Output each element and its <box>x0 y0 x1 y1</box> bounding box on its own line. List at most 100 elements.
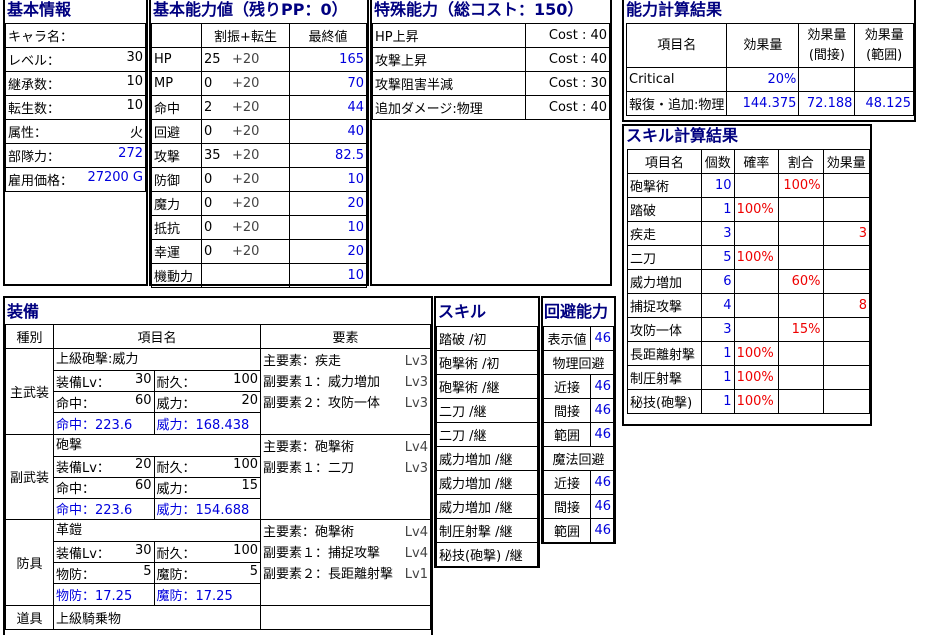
stats-header-blank <box>151 23 202 48</box>
skill-row: 二刀 /継 <box>436 422 538 447</box>
equipment-stats-row: 装備Lv： 20 耐久： 100 <box>54 455 260 477</box>
equipment-stats-row: 命中： 60 威力： 15 <box>54 476 260 498</box>
stat-final: 10 <box>289 263 367 288</box>
equipment-stat-cell: 魔防： 5 <box>153 562 260 584</box>
basic-info-line: 部隊力： 272 <box>8 146 143 165</box>
basic-info-table: キャラ名： レベル： 30 継承数： 10 転生数： 10 属性： 火部隊力： 272 雇用価格： 2… <box>5 23 146 192</box>
evasion-value: 46 <box>589 374 615 399</box>
equipment-name[interactable]: 砲撃 <box>54 435 260 456</box>
equipment-stat-label: 耐久： <box>156 375 196 391</box>
equipment-stat-cell: 装備Lv： 30 <box>54 370 154 392</box>
stat-alloc-cell: 0 +20 <box>201 119 290 144</box>
evasion-row: 表示値 46 <box>543 326 615 351</box>
equipment-element-label: 副要素２：長距離射撃 <box>263 567 394 582</box>
skill-item[interactable]: 踏破 /初 <box>436 326 538 351</box>
stat-bonus: +20 <box>232 220 260 235</box>
skill-calc-effect <box>822 317 871 342</box>
equipment-type: 副武装 <box>5 433 54 520</box>
stat-alloc-cell: 2 +20 <box>201 95 290 120</box>
skill-calc-ratio <box>778 293 824 318</box>
equipment-panel: 装備 種別 項目名 要素 主武装 上級砲撃:威力 装備Lv： 30 耐久： 100 命中： 6… <box>3 296 433 635</box>
special-title: 特殊能力（総コスト：150） <box>374 0 584 19</box>
stat-bonus: +20 <box>232 124 260 139</box>
stat-alloc[interactable]: 0 <box>204 220 232 235</box>
stat-alloc[interactable]: 0 <box>204 172 232 187</box>
equipment-element: 副要素２：長距離射撃 Lv1 <box>263 564 428 585</box>
calc-title: 能力計算結果 <box>626 0 723 19</box>
skill-item[interactable]: 威力増加 /継 <box>436 446 538 471</box>
equipment-elements-cell <box>260 604 431 630</box>
skill-item[interactable]: 威力増加 /継 <box>436 470 538 495</box>
stat-alloc[interactable]: 0 <box>204 76 232 91</box>
skill-item[interactable]: 二刀 /継 <box>436 398 538 423</box>
special-row[interactable]: 攻撃上昇 Cost : 40 <box>372 47 610 72</box>
skill-calc-row: 攻防一体 3 15% <box>627 317 871 342</box>
stat-alloc-cell <box>201 263 290 288</box>
skill-calc-row: 疾走 3 3 <box>627 221 871 246</box>
equipment-stats-row: 物防： 5 魔防： 5 <box>54 562 260 584</box>
skill-calc-count: 3 <box>700 221 735 246</box>
skill-item[interactable]: 秘技(砲撃) /継 <box>436 542 538 567</box>
skills-table: 踏破 /初 砲撃術 /初 砲撃術 /継 二刀 /継 二刀 /継 威力増加 /継 威力増加 /… <box>436 326 538 567</box>
skill-calc-name: 捕捉攻撃 <box>627 293 702 318</box>
calc-row: 報復・追加:物理 144.375 72.188 48.125 <box>625 91 914 116</box>
equipment-stat-line: 威力： 15 <box>157 478 259 497</box>
skills-title: スキル <box>438 302 487 321</box>
equipment-name[interactable]: 革鎧 <box>54 520 260 541</box>
equipment-computed-stat: 魔防：17.25 <box>153 583 260 605</box>
evasion-title: 回避能力 <box>544 302 609 321</box>
equip-header-elements: 要素 <box>260 324 431 349</box>
equipment-stat-line: 耐久： 100 <box>157 457 259 476</box>
skill-item[interactable]: 二刀 /継 <box>436 422 538 447</box>
equipment-element-label: 主要素：疾走 <box>263 354 342 369</box>
skill-item[interactable]: 威力増加 /継 <box>436 494 538 519</box>
basic-info-panel: 基本情報 キャラ名： レベル： 30 継承数： 10 転生数： 10 属性： 火部隊力： 272 雇… <box>3 0 148 286</box>
stat-final: 10 <box>289 215 367 240</box>
skill-calc-effect <box>822 341 871 366</box>
special-name: 攻撃上昇 <box>372 47 526 72</box>
stats-header-final: 最終値 <box>289 23 367 48</box>
equipment-stats-row: 装備Lv： 30 耐久： 100 <box>54 541 260 563</box>
special-row[interactable]: 追加ダメージ:物理 Cost : 40 <box>372 95 610 120</box>
equipment-element-label: 副要素１：二刀 <box>263 460 355 476</box>
stat-alloc[interactable]: 0 <box>204 124 232 139</box>
calc-value: 20% <box>726 67 800 92</box>
equipment-element-level: Lv4 <box>404 546 428 561</box>
skill-row: 二刀 /継 <box>436 398 538 423</box>
skill-calc-rate <box>733 293 780 318</box>
equipment-name[interactable]: 上級騎乗物 <box>53 604 261 630</box>
stat-bonus: +20 <box>232 76 260 91</box>
skill-calc-count: 1 <box>700 365 735 390</box>
skill-item[interactable]: 制圧射撃 /継 <box>436 518 538 543</box>
basic-info-row: キャラ名： <box>5 23 146 48</box>
skill-item[interactable]: 砲撃術 /初 <box>436 350 538 375</box>
stat-alloc[interactable]: 2 <box>204 100 232 115</box>
stats-title: 基本能力値（残りPP：0） <box>153 0 348 19</box>
equipment-stat-cell: 威力： 15 <box>153 476 260 498</box>
equipment-stat-line: 命中： 60 <box>56 393 152 412</box>
equipment-name[interactable]: 上級砲撃:威力 <box>54 349 260 370</box>
skill-calc-ratio: 60% <box>778 269 824 294</box>
equipment-detail-cell: 上級砲撃:威力 装備Lv： 30 耐久： 100 命中： 60 威力： 20 命中：223.6 威力… <box>53 348 261 435</box>
special-row[interactable]: 攻撃阻害半減 Cost : 30 <box>372 71 610 96</box>
stat-alloc[interactable]: 25 <box>204 52 232 67</box>
skill-item[interactable]: 砲撃術 /継 <box>436 374 538 399</box>
stat-bonus: +20 <box>232 196 260 211</box>
stat-alloc[interactable]: 35 <box>204 148 232 163</box>
basic-info-label: 部隊力： <box>8 150 61 165</box>
skill-calc-count: 1 <box>700 341 735 366</box>
skill-calc-rate: 100% <box>733 197 780 222</box>
equipment-stat-label: 装備Lv： <box>56 461 110 476</box>
skill-calc-row: 制圧射撃 1 100% <box>627 365 871 390</box>
special-cost: Cost : 30 <box>525 71 610 96</box>
stat-alloc[interactable]: 0 <box>204 196 232 211</box>
equipment-stats-grid: 装備Lv： 30 耐久： 100 命中： 60 威力： 20 命中：223.6 威力：168.43… <box>54 370 260 434</box>
stat-name: 命中 <box>151 95 202 120</box>
equipment-stat-line: 物防： 5 <box>56 564 152 583</box>
evasion-label: 表示値 <box>543 326 591 351</box>
equip-header-name: 項目名 <box>53 324 261 349</box>
evasion-row: 魔法回避 <box>543 446 614 471</box>
stat-alloc[interactable]: 0 <box>204 244 232 259</box>
special-row[interactable]: HP上昇 Cost : 40 <box>372 23 610 48</box>
calc-name: Critical <box>625 67 728 92</box>
